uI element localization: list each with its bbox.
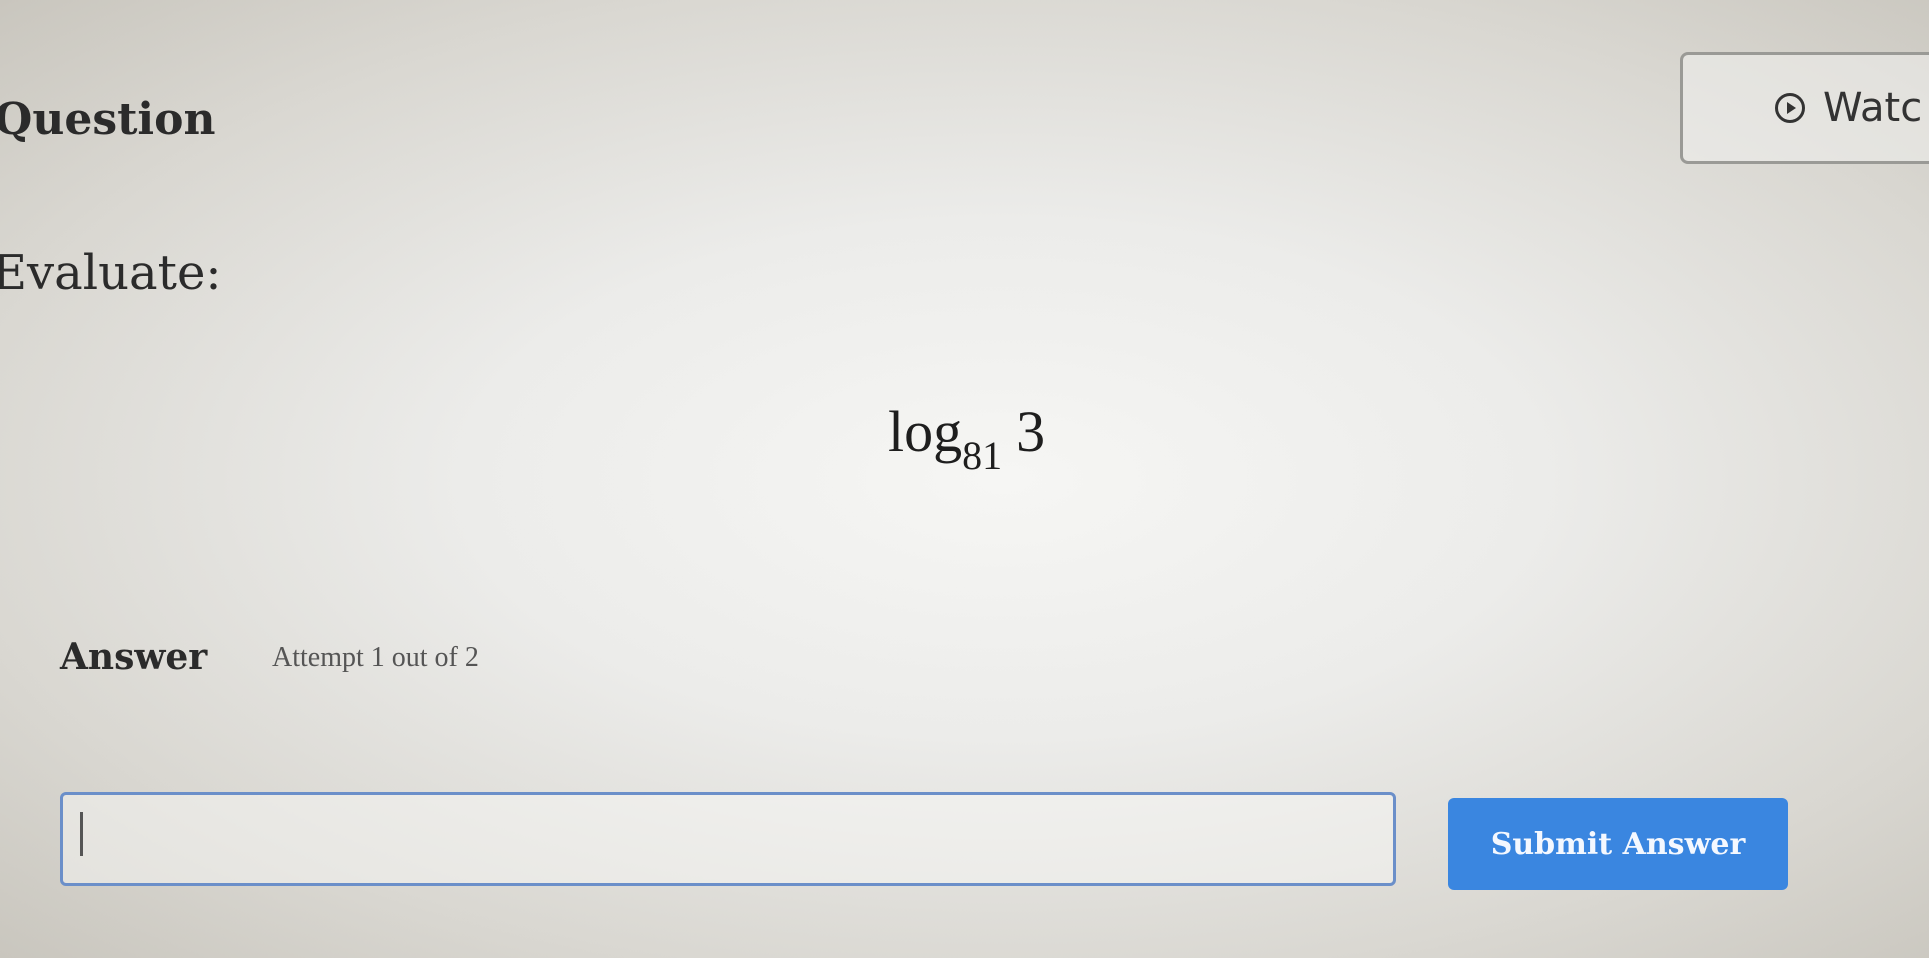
play-circle-icon bbox=[1775, 93, 1805, 123]
attempt-counter: Attempt 1 out of 2 bbox=[272, 642, 479, 673]
submit-answer-button[interactable]: Submit Answer bbox=[1448, 798, 1788, 890]
prompt-text: Evaluate: bbox=[0, 245, 222, 301]
watch-video-button[interactable]: Watc bbox=[1680, 52, 1929, 164]
math-expression: log81 3 bbox=[888, 398, 1046, 478]
log-function: log bbox=[888, 399, 963, 464]
text-cursor bbox=[80, 812, 83, 856]
log-argument: 3 bbox=[1016, 399, 1046, 464]
log-base: 81 bbox=[962, 433, 1003, 478]
question-title: Question bbox=[0, 94, 216, 145]
answer-label: Answer bbox=[60, 636, 208, 678]
answer-input[interactable] bbox=[60, 792, 1396, 886]
watch-video-label: Watc bbox=[1823, 85, 1923, 131]
